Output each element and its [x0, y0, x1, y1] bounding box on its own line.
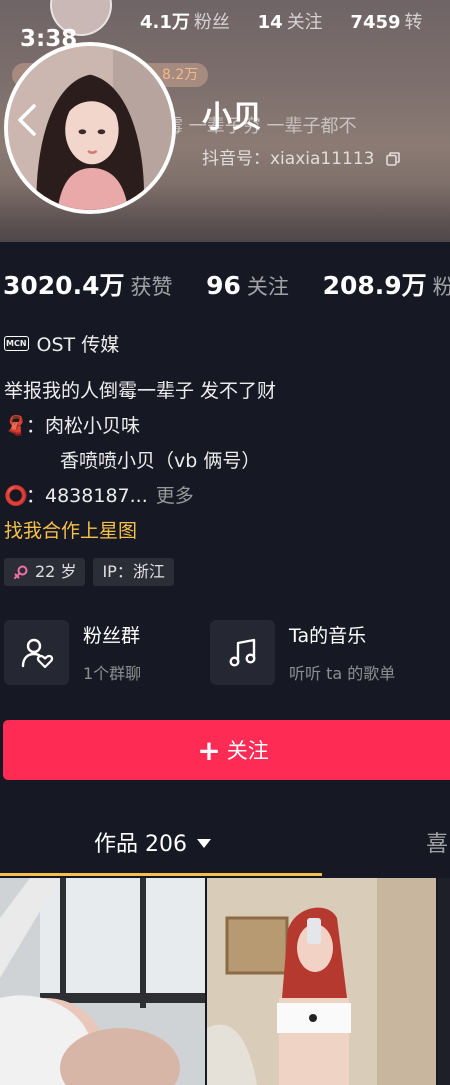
douyin-id-text: 抖音号：xiaxia11113: [202, 149, 375, 169]
scarf-icon: 🧣: [4, 415, 28, 437]
profile-stats-row: 3020.4万 获赞 96 关注 208.9万粉: [3, 266, 450, 302]
plus-icon: +: [197, 733, 221, 767]
group-heart-icon: [4, 620, 69, 685]
star-map-cooperation-link[interactable]: 找我合作上星图: [4, 516, 137, 543]
tab-likes[interactable]: 喜: [426, 826, 448, 858]
follow-button-label: 关注: [226, 739, 269, 763]
video-thumbnail-partial[interactable]: [438, 878, 450, 1085]
feature-cards: 粉丝群 1个群聊 Ta的音乐 听听 ta 的歌单: [4, 620, 416, 685]
copy-icon[interactable]: [386, 152, 400, 166]
female-symbol-icon: [14, 565, 28, 579]
fan-group-card[interactable]: 粉丝群 1个群聊: [4, 620, 210, 685]
likes-stat[interactable]: 3020.4万 获赞: [3, 271, 198, 300]
bio-more-link[interactable]: 更多: [156, 485, 194, 507]
video-thumbnail[interactable]: [207, 878, 436, 1085]
mcn-org-name: OST 传媒: [36, 334, 120, 356]
fan-group-title: 粉丝群: [83, 625, 141, 647]
followers-stat[interactable]: 208.9万粉: [323, 271, 450, 300]
ip-location-tag: IP：浙江: [93, 558, 174, 586]
music-note-icon: [210, 620, 275, 685]
video-thumbnail-image: [0, 878, 205, 1085]
douyin-id-row[interactable]: 抖音号：xiaxia11113: [202, 144, 400, 169]
follow-button[interactable]: + 关注: [3, 720, 450, 780]
mcn-badge-icon: MCN: [4, 336, 29, 351]
red-circle-icon: ⭕: [4, 485, 28, 507]
video-thumbnail[interactable]: [0, 878, 205, 1085]
tab-works[interactable]: 作品 206: [94, 826, 211, 858]
profile-bio[interactable]: 举报我的人倒霉一辈子 发不了财 🧣：肉松小贝味 香喷喷小贝（vb 俩号） ⭕：4…: [4, 374, 276, 514]
faded-header-stats: 4.1万 粉丝 14 关注 7459 转: [140, 12, 423, 33]
dropdown-triangle-icon: [197, 839, 211, 848]
fan-group-subtitle: 1个群聊: [83, 664, 142, 683]
active-tab-indicator: [0, 873, 322, 876]
bio-line-1: 举报我的人倒霉一辈子 发不了财: [4, 380, 277, 402]
music-subtitle: 听听 ta 的歌单: [289, 664, 396, 683]
mcn-row[interactable]: MCN OST 传媒: [4, 330, 119, 357]
profile-name: 小贝: [202, 100, 262, 135]
video-thumbnail-image: [207, 878, 436, 1085]
profile-tags: 22 岁 IP：浙江: [4, 558, 174, 586]
content-tabs: 作品 206 喜: [0, 824, 450, 876]
age-tag: 22 岁: [4, 558, 86, 586]
bio-line-2: 🧣：肉松小贝味: [4, 409, 276, 444]
back-arrow-icon[interactable]: [14, 102, 40, 138]
music-title: Ta的音乐: [289, 625, 367, 647]
music-card[interactable]: Ta的音乐 听听 ta 的歌单: [210, 620, 416, 685]
following-stat[interactable]: 96 关注: [206, 271, 315, 300]
bio-line-3: 香喷喷小贝（vb 俩号）: [60, 450, 261, 472]
bio-line-4: ⭕：4838187... 更多: [4, 479, 276, 514]
video-grid: [0, 878, 450, 1085]
